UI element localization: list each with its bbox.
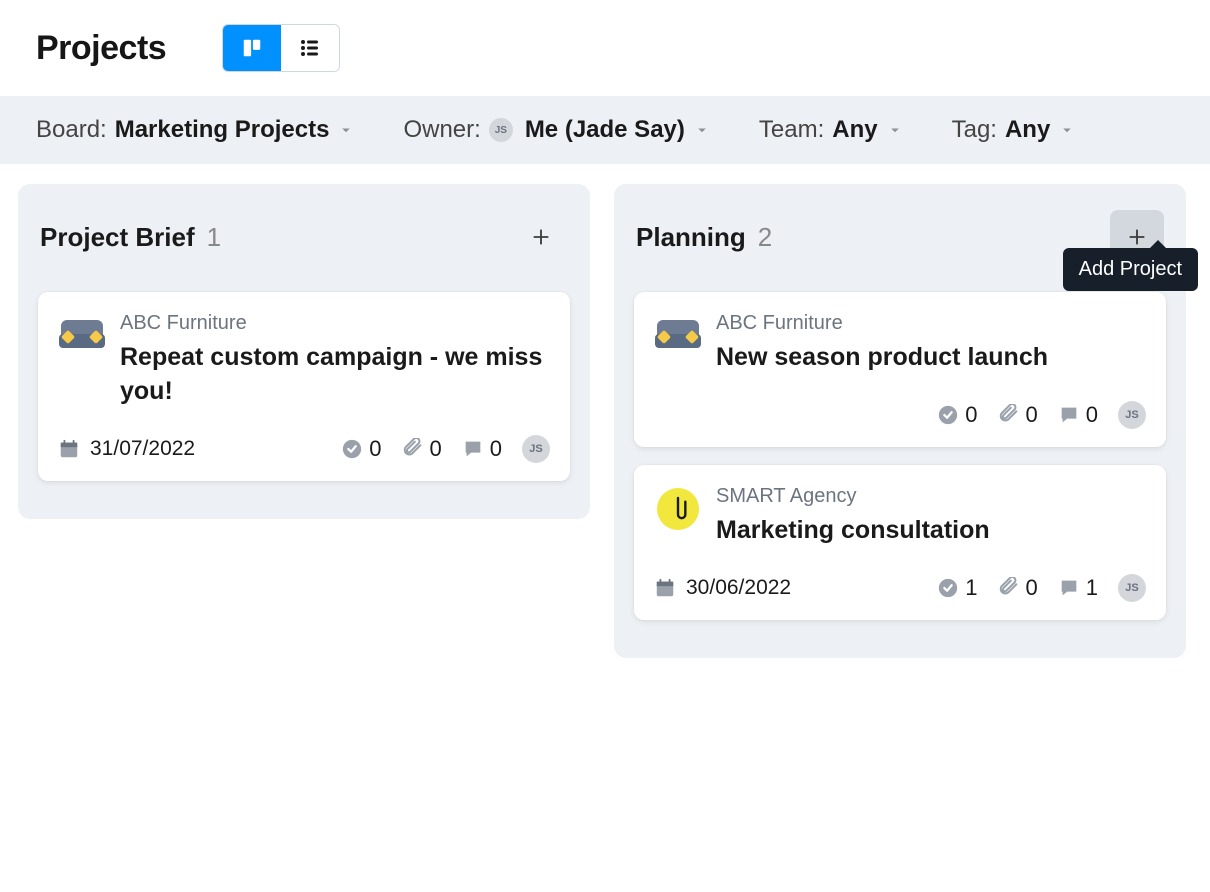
sofa-icon [59, 320, 105, 352]
column-header: Project Brief 1 [38, 204, 570, 292]
add-project-tooltip: Add Project [1063, 248, 1198, 291]
filter-board[interactable]: Board: Marketing Projects [36, 116, 355, 144]
comment-icon [1058, 404, 1080, 426]
due-date-text: 30/06/2022 [686, 576, 791, 600]
kanban-board: Project Brief 1 ABC Furniture Repeat custom… [0, 164, 1210, 678]
card-top: ABC Furniture New season product launch [654, 312, 1146, 375]
comments-count: 0 [490, 436, 502, 462]
card-stats: 0 0 0 JS [937, 401, 1146, 429]
filter-label: Tag: [952, 116, 997, 144]
card-footer: 30/06/2022 1 0 1 JS [654, 574, 1146, 602]
view-switch [222, 24, 340, 72]
board-icon [241, 37, 263, 59]
attachment-icon [998, 404, 1020, 426]
chevron-down-icon [337, 121, 355, 139]
assignee-avatar: JS [522, 435, 550, 463]
plus-icon [530, 226, 552, 248]
check-circle-icon [937, 404, 959, 426]
brand-icon [654, 485, 702, 533]
card-title: Repeat custom campaign - we miss you! [120, 341, 550, 409]
chevron-down-icon [886, 121, 904, 139]
assignee-avatar: JS [1118, 401, 1146, 429]
card-footer: 0 0 0 JS [654, 401, 1146, 429]
calendar-icon [58, 438, 80, 460]
filter-label: Board: [36, 116, 107, 144]
column-title: Project Brief 1 [40, 222, 221, 253]
card-top: SMART Agency Marketing consultation [654, 485, 1146, 548]
tasks-stat: 1 [937, 575, 977, 601]
page-title: Projects [36, 29, 166, 68]
attachment-icon [998, 577, 1020, 599]
attachment-icon [402, 438, 424, 460]
filter-owner[interactable]: Owner: JS Me (Jade Say) [403, 116, 710, 144]
card-footer: 31/07/2022 0 0 0 JS [58, 435, 550, 463]
list-view-button[interactable] [281, 25, 339, 71]
list-icon [298, 36, 322, 60]
comments-stat: 0 [1058, 402, 1098, 428]
filter-tag[interactable]: Tag: Any [952, 116, 1077, 144]
filter-bar: Board: Marketing Projects Owner: JS Me (… [0, 96, 1210, 164]
chevron-down-icon [1058, 121, 1076, 139]
card-title: Marketing consultation [716, 514, 990, 548]
sofa-icon [655, 320, 701, 352]
card-client: ABC Furniture [120, 312, 550, 335]
card-client: ABC Furniture [716, 312, 1048, 335]
tasks-count: 0 [965, 402, 977, 428]
chevron-down-icon [693, 121, 711, 139]
add-project-button[interactable] [514, 210, 568, 264]
page-header: Projects [0, 0, 1210, 96]
filter-value: Marketing Projects [115, 116, 330, 144]
check-circle-icon [341, 438, 363, 460]
comments-stat: 0 [462, 436, 502, 462]
comment-icon [1058, 577, 1080, 599]
card-stats: 0 0 0 JS [341, 435, 550, 463]
attachments-count: 0 [1026, 575, 1038, 601]
card-stats: 1 0 1 JS [937, 574, 1146, 602]
plus-icon [1126, 226, 1148, 248]
due-date: 30/06/2022 [654, 576, 791, 600]
calendar-icon [654, 577, 676, 599]
tasks-stat: 0 [937, 402, 977, 428]
tasks-stat: 0 [341, 436, 381, 462]
attachments-stat: 0 [402, 436, 442, 462]
filter-team[interactable]: Team: Any [759, 116, 904, 144]
project-card[interactable]: ABC FurnitureNew season product launch00… [634, 292, 1166, 447]
column-title: Planning 2 [636, 222, 772, 253]
paperclip-icon [657, 488, 699, 530]
filter-label: Team: [759, 116, 824, 144]
kanban-column: Planning2Add ProjectABC FurnitureNew sea… [614, 184, 1186, 658]
card-title: New season product launch [716, 341, 1048, 375]
brand-icon [58, 312, 106, 360]
attachments-count: 0 [1026, 402, 1038, 428]
comments-count: 1 [1086, 575, 1098, 601]
check-circle-icon [937, 577, 959, 599]
comments-stat: 1 [1058, 575, 1098, 601]
kanban-column: Project Brief 1 ABC Furniture Repeat custom… [18, 184, 590, 519]
due-date: 31/07/2022 [58, 437, 195, 461]
card-client: SMART Agency [716, 485, 990, 508]
attachments-stat: 0 [998, 575, 1038, 601]
project-card[interactable]: ABC Furniture Repeat custom campaign - we… [38, 292, 570, 481]
column-count: 2 [758, 222, 772, 253]
filter-value: Me (Jade Say) [525, 116, 685, 144]
owner-avatar: JS [489, 118, 513, 142]
column-count: 1 [207, 222, 221, 253]
due-date-text: 31/07/2022 [90, 437, 195, 461]
project-card[interactable]: SMART Agency Marketing consultation 30/06/… [634, 465, 1166, 620]
comments-count: 0 [1086, 402, 1098, 428]
comment-icon [462, 438, 484, 460]
brand-icon [654, 312, 702, 360]
tasks-count: 0 [369, 436, 381, 462]
column-title-text: Project Brief [40, 222, 195, 253]
board-view-button[interactable] [223, 25, 281, 71]
attachments-count: 0 [430, 436, 442, 462]
filter-label: Owner: [403, 116, 480, 144]
attachments-stat: 0 [998, 402, 1038, 428]
filter-value: Any [1005, 116, 1050, 144]
card-top: ABC Furniture Repeat custom campaign - we… [58, 312, 550, 409]
filter-value: Any [832, 116, 877, 144]
column-title-text: Planning [636, 222, 746, 253]
tasks-count: 1 [965, 575, 977, 601]
assignee-avatar: JS [1118, 574, 1146, 602]
